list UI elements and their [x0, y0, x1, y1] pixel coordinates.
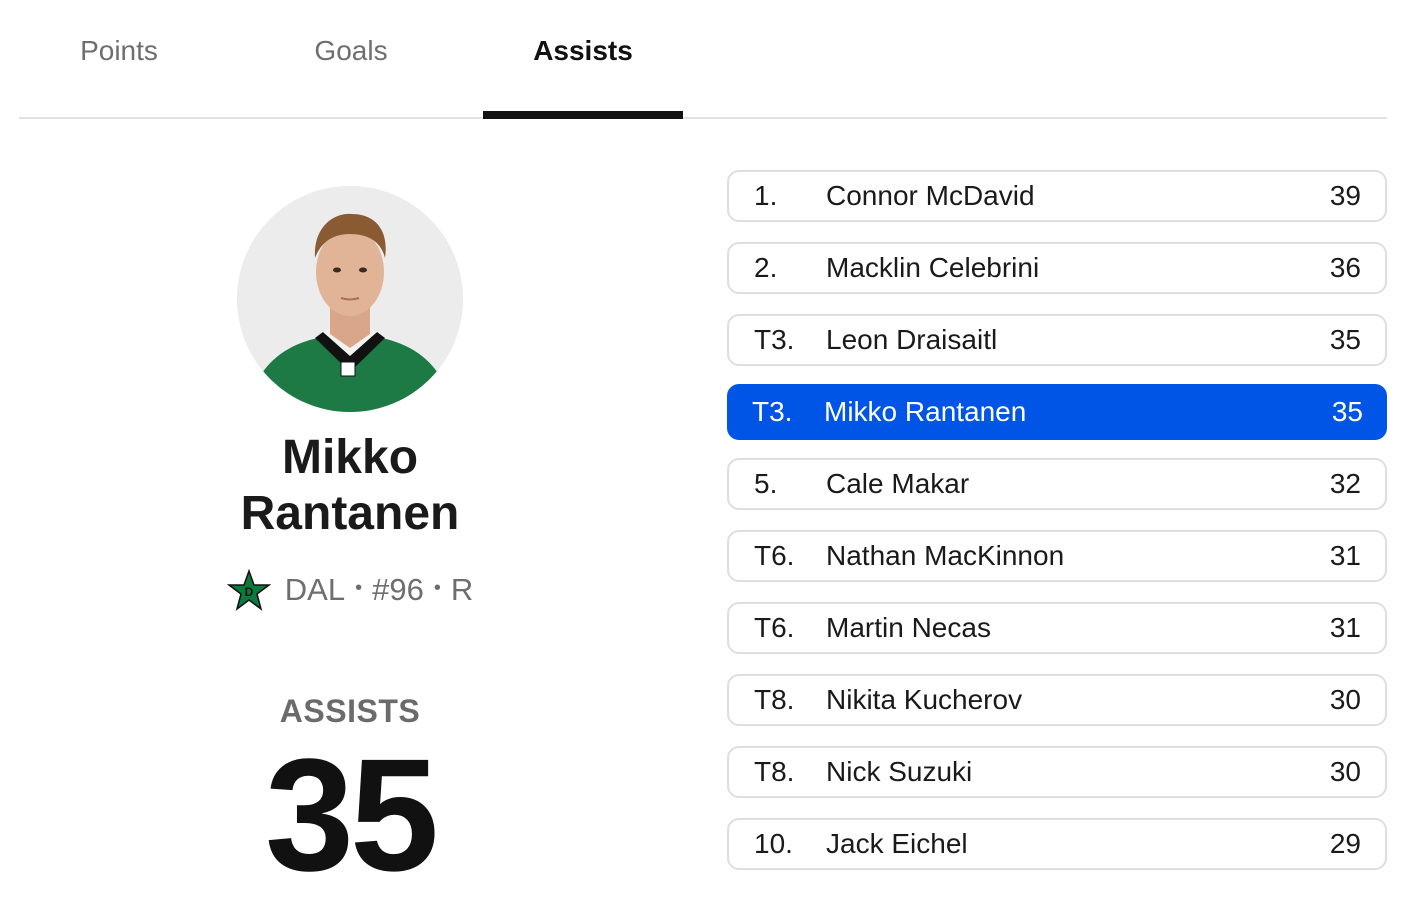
leaderboard-row[interactable]: 5. Cale Makar 32: [727, 458, 1387, 510]
row-player-name: Leon Draisaitl: [826, 324, 998, 355]
row-rank: T3.: [752, 396, 793, 427]
player-team: DAL: [284, 572, 346, 607]
leaderboard-row-selected[interactable]: T3. Mikko Rantanen 35: [727, 384, 1387, 440]
leaderboard-row[interactable]: T3. Leon Draisaitl 35: [727, 314, 1387, 366]
meta-separator: •: [355, 576, 363, 599]
svg-text:D: D: [244, 585, 253, 599]
stat-category-tabs: Points Goals Assists: [19, 0, 1387, 119]
row-rank: 10.: [754, 828, 793, 859]
row-value: 39: [1329, 180, 1361, 211]
featured-player-card: Mikko Rantanen D DAL • #96 • R ASSISTS 3…: [150, 150, 550, 895]
row-player-name: Cale Makar: [826, 468, 970, 499]
leaderboard-row[interactable]: 1. Connor McDavid 39: [727, 170, 1387, 222]
row-value: 30: [1329, 756, 1361, 787]
player-name: Mikko Rantanen: [150, 430, 550, 542]
row-player-name: Martin Necas: [826, 612, 991, 643]
row-value: 36: [1329, 252, 1361, 283]
leaderboard-row[interactable]: T8. Nikita Kucherov 30: [727, 674, 1387, 726]
row-rank: T6.: [754, 540, 795, 571]
row-value: 31: [1329, 612, 1361, 643]
row-rank: T8.: [754, 684, 795, 715]
row-player-name: Nikita Kucherov: [826, 684, 1023, 715]
row-player-name: Connor McDavid: [826, 180, 1035, 211]
row-player-name: Nick Suzuki: [826, 756, 973, 787]
tab-assists[interactable]: Assists: [483, 0, 683, 119]
leaderboard-row[interactable]: T6. Nathan MacKinnon 31: [727, 530, 1387, 582]
row-player-name: Macklin Celebrini: [826, 252, 1040, 283]
leaderboard-row[interactable]: 10. Jack Eichel 29: [727, 818, 1387, 870]
row-rank: 5.: [754, 468, 778, 499]
player-first-name: Mikko: [281, 431, 419, 484]
row-player-name: Mikko Rantanen: [824, 396, 1027, 427]
row-rank: 1.: [754, 180, 778, 211]
player-last-name: Rantanen: [240, 487, 460, 540]
leaderboard-list: 1. Connor McDavid 39 2. Macklin Celebrin…: [727, 170, 1387, 890]
player-headshot: [237, 186, 463, 412]
player-headshot-image: [237, 186, 463, 412]
player-number: #96: [372, 572, 424, 607]
player-position: R: [450, 572, 474, 607]
row-player-name: Nathan MacKinnon: [826, 540, 1065, 571]
row-value: 35: [1329, 324, 1361, 355]
row-value: 31: [1329, 540, 1361, 571]
dallas-stars-logo-icon: D: [226, 568, 271, 611]
row-rank: T6.: [754, 612, 795, 643]
meta-separator: •: [433, 576, 441, 599]
row-value: 29: [1329, 828, 1361, 859]
leaderboard-row[interactable]: T8. Nick Suzuki 30: [727, 746, 1387, 798]
stat-value: 35: [265, 725, 439, 904]
tab-points[interactable]: Points: [19, 0, 219, 117]
leaderboard-row[interactable]: T6. Martin Necas 31: [727, 602, 1387, 654]
row-player-name: Jack Eichel: [826, 828, 968, 859]
row-rank: 2.: [754, 252, 778, 283]
row-rank: T8.: [754, 756, 795, 787]
player-meta: D DAL • #96 • R: [150, 568, 550, 612]
row-value: 30: [1329, 684, 1361, 715]
leaderboard-row[interactable]: 2. Macklin Celebrini 36: [727, 242, 1387, 294]
row-rank: T3.: [754, 324, 795, 355]
row-value: 32: [1329, 468, 1361, 499]
row-value: 35: [1331, 396, 1363, 427]
tab-goals[interactable]: Goals: [251, 0, 451, 117]
